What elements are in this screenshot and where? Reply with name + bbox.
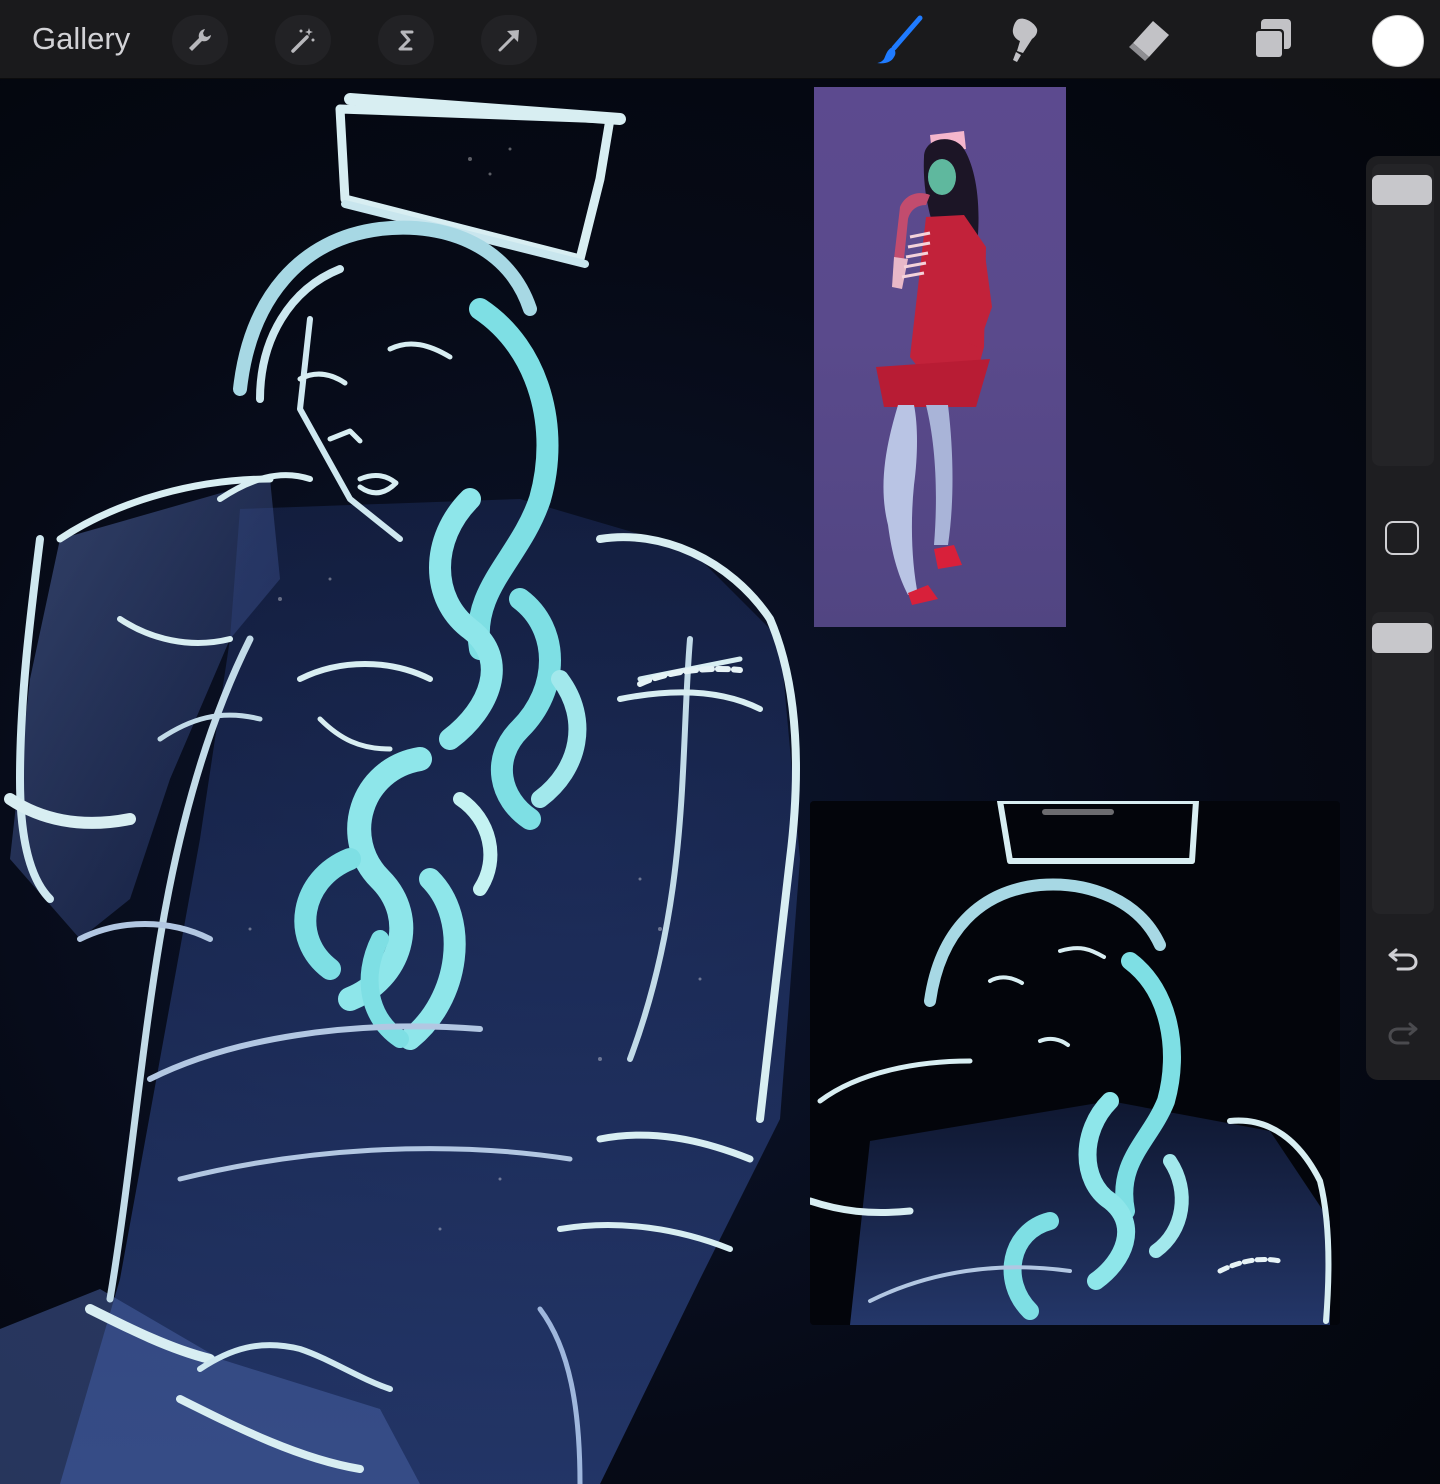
reference-thumbnail — [810, 801, 1332, 1325]
undo-button[interactable] — [1386, 942, 1420, 976]
brush-size-thumb[interactable] — [1372, 175, 1432, 206]
layers-button[interactable] — [1244, 12, 1300, 68]
gallery-button[interactable]: Gallery — [32, 18, 130, 60]
wrench-icon — [185, 25, 215, 55]
top-toolbar: Gallery — [0, 0, 1440, 79]
brush-size-slider[interactable] — [1372, 164, 1434, 466]
side-controls — [1366, 156, 1440, 1080]
brush-button[interactable] — [872, 12, 928, 68]
smudge-button[interactable] — [996, 12, 1052, 68]
procreate-app: Gallery — [0, 0, 1440, 1484]
eraser-icon — [1123, 15, 1173, 65]
reference-figure-image — [876, 131, 992, 605]
eraser-button[interactable] — [1120, 12, 1176, 68]
color-picker-button[interactable] — [1372, 15, 1424, 67]
magic-wand-icon — [288, 25, 318, 55]
smudge-icon — [999, 15, 1049, 65]
redo-arrow-icon — [1386, 1014, 1420, 1053]
undo-arrow-icon — [1386, 940, 1420, 979]
transform-button[interactable] — [481, 15, 537, 65]
opacity-thumb[interactable] — [1372, 623, 1432, 654]
modify-square-icon[interactable] — [1385, 521, 1419, 555]
adjustments-button[interactable] — [275, 15, 331, 65]
opacity-slider[interactable] — [1372, 612, 1434, 914]
redo-button[interactable] — [1386, 1016, 1420, 1050]
transform-arrow-icon — [494, 25, 524, 55]
layers-icon — [1247, 15, 1297, 65]
selection-s-icon — [391, 25, 421, 55]
actions-button[interactable] — [172, 15, 228, 65]
reference-window[interactable] — [810, 801, 1340, 1325]
reference-photo — [814, 87, 1066, 627]
reference-window-handle[interactable] — [1042, 809, 1114, 815]
brush-icon — [874, 14, 926, 66]
drawing-canvas[interactable] — [0, 79, 1440, 1484]
selection-button[interactable] — [378, 15, 434, 65]
